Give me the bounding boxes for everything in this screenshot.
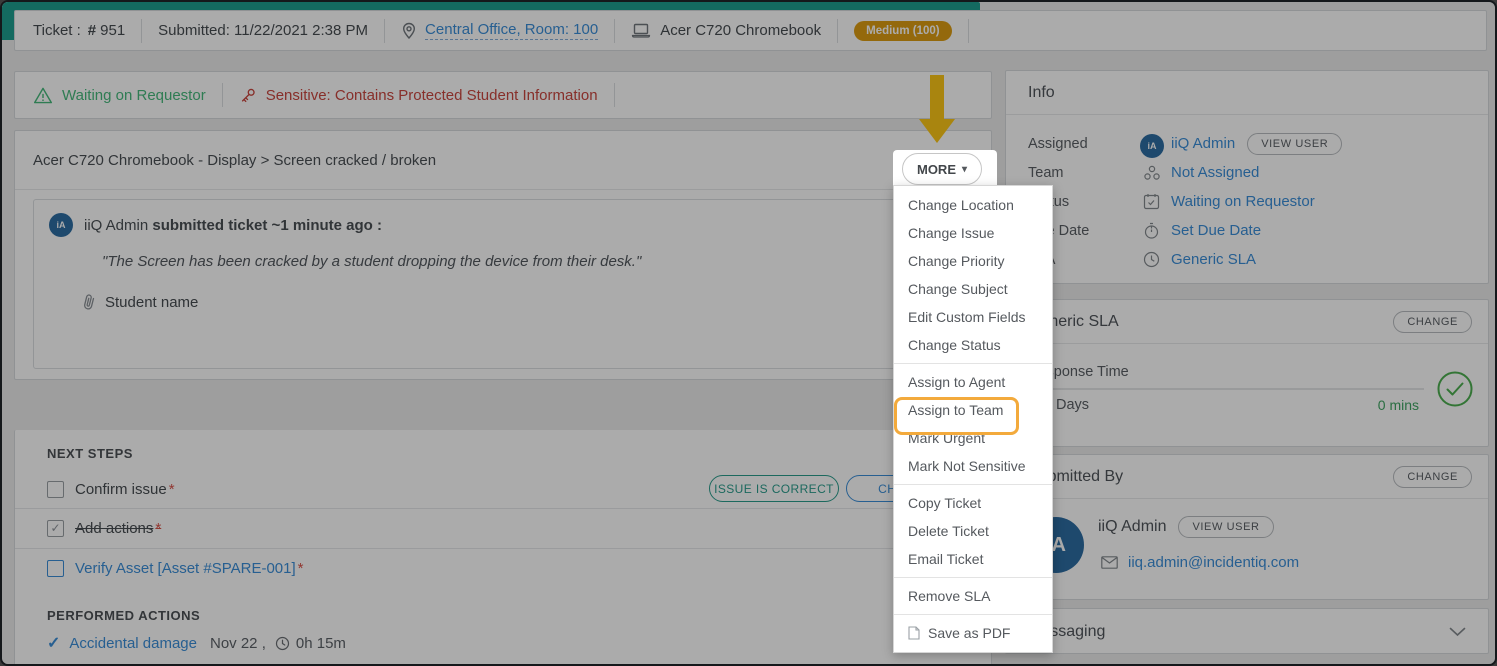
more-button[interactable]: MORE ▾ xyxy=(902,153,982,185)
menu-divider xyxy=(894,484,1052,485)
menu-divider xyxy=(894,614,1052,615)
menu-item-change-issue[interactable]: Change Issue xyxy=(894,219,1052,247)
menu-item-change-priority[interactable]: Change Priority xyxy=(894,247,1052,275)
menu-item-change-status[interactable]: Change Status xyxy=(894,331,1052,359)
dim-overlay xyxy=(2,2,1495,664)
menu-item-delete-ticket[interactable]: Delete Ticket xyxy=(894,517,1052,545)
menu-item-mark-not-sensitive[interactable]: Mark Not Sensitive xyxy=(894,452,1052,480)
menu-item-edit-custom-fields[interactable]: Edit Custom Fields xyxy=(894,303,1052,331)
more-button-backdrop: MORE ▾ xyxy=(893,150,997,186)
pdf-file-icon xyxy=(908,626,920,640)
menu-item-label: Save as PDF xyxy=(928,619,1010,647)
highlight-box-assign-to-team xyxy=(894,397,1019,435)
menu-item-email-ticket[interactable]: Email Ticket xyxy=(894,545,1052,573)
menu-item-assign-to-agent[interactable]: Assign to Agent xyxy=(894,368,1052,396)
menu-divider xyxy=(894,577,1052,578)
menu-item-remove-sla[interactable]: Remove SLA xyxy=(894,582,1052,610)
menu-divider xyxy=(894,363,1052,364)
menu-item-change-subject[interactable]: Change Subject xyxy=(894,275,1052,303)
more-button-label: MORE xyxy=(917,162,956,177)
caret-down-icon: ▾ xyxy=(962,164,967,175)
tutorial-arrow-down xyxy=(919,75,955,143)
menu-item-change-location[interactable]: Change Location xyxy=(894,191,1052,219)
menu-item-save-as-pdf[interactable]: Save as PDF xyxy=(894,619,1052,647)
ticket-page: Ticket : # 951 Submitted: 11/22/2021 2:3… xyxy=(0,0,1497,666)
menu-item-copy-ticket[interactable]: Copy Ticket xyxy=(894,489,1052,517)
